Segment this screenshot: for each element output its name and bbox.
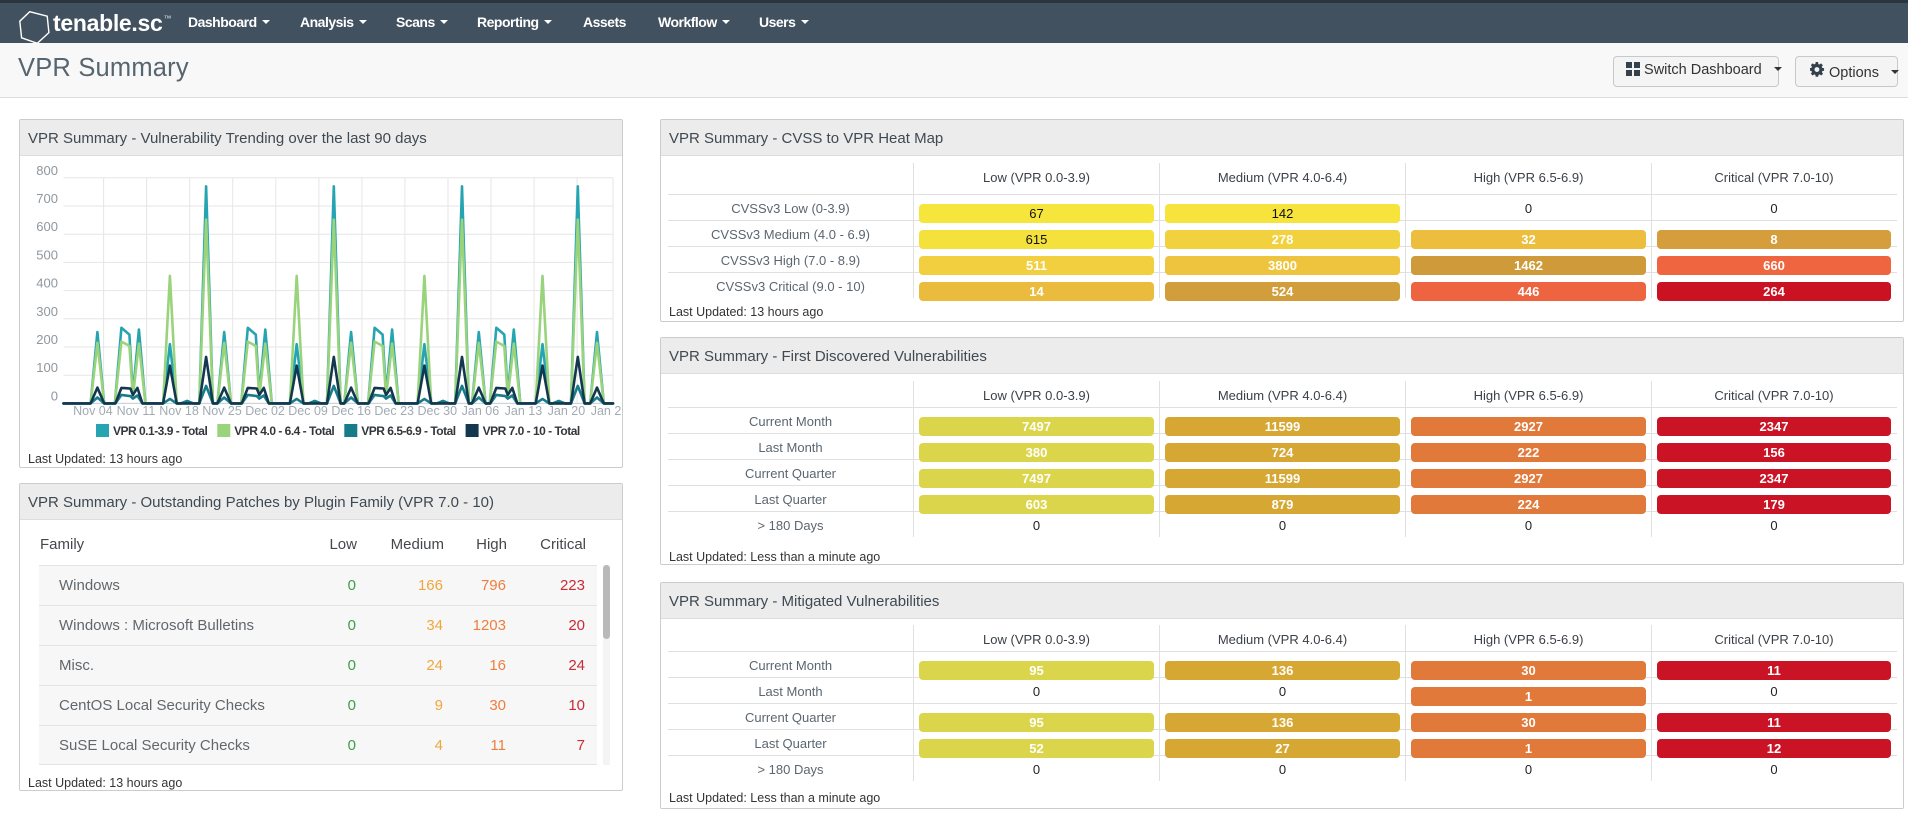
svg-text:Nov 25: Nov 25: [202, 404, 242, 418]
svg-text:VPR 0.1-3.9 - Total: VPR 0.1-3.9 - Total: [113, 424, 207, 438]
svg-text:Dec 23: Dec 23: [374, 404, 414, 418]
svg-text:700: 700: [36, 191, 58, 206]
svg-text:Nov 04: Nov 04: [73, 404, 113, 418]
svg-text:Dec 09: Dec 09: [288, 404, 328, 418]
svg-text:Jan 13: Jan 13: [505, 404, 543, 418]
svg-text:Jan 27: Jan 27: [591, 404, 622, 418]
svg-text:800: 800: [36, 163, 58, 178]
svg-text:Nov 18: Nov 18: [159, 404, 199, 418]
svg-text:600: 600: [36, 219, 58, 234]
svg-text:Jan 20: Jan 20: [548, 404, 586, 418]
svg-text:500: 500: [36, 247, 58, 262]
svg-text:0: 0: [51, 388, 58, 403]
svg-text:Dec 30: Dec 30: [417, 404, 457, 418]
svg-text:Nov 11: Nov 11: [117, 404, 156, 418]
svg-text:VPR 7.0 - 10 - Total: VPR 7.0 - 10 - Total: [483, 424, 580, 438]
svg-text:VPR 6.5-6.9 - Total: VPR 6.5-6.9 - Total: [361, 424, 455, 438]
svg-text:100: 100: [36, 360, 58, 375]
svg-text:Dec 16: Dec 16: [331, 404, 371, 418]
svg-text:Jan 06: Jan 06: [462, 404, 500, 418]
svg-text:300: 300: [36, 304, 58, 319]
svg-text:Dec 02: Dec 02: [245, 404, 285, 418]
svg-text:200: 200: [36, 332, 58, 347]
svg-text:400: 400: [36, 276, 58, 291]
svg-text:VPR 4.0 - 6.4 - Total: VPR 4.0 - 6.4 - Total: [234, 424, 334, 438]
